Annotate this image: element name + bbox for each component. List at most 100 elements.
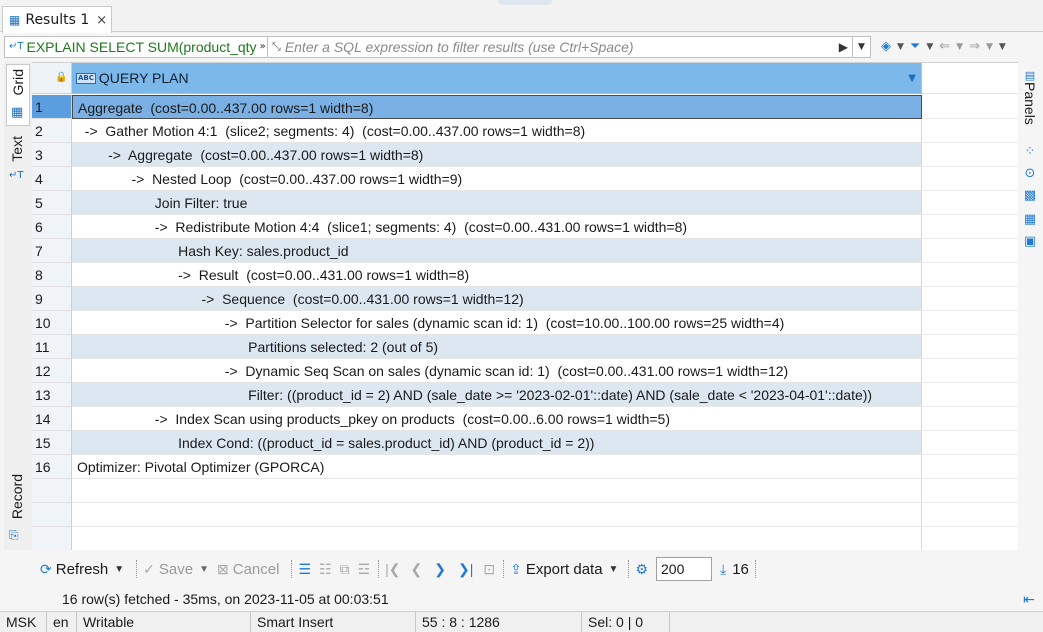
row-number[interactable]: 16 — [32, 455, 72, 479]
table-row[interactable]: 3 -> Aggregate (cost=0.00..437.00 rows=1… — [32, 143, 1018, 167]
table-row[interactable]: 14 -> Index Scan using products_pkey on … — [32, 407, 1018, 431]
last-page-icon[interactable]: ❯| — [458, 561, 473, 578]
row-number[interactable]: 14 — [32, 407, 72, 431]
filter-dropdown-icon[interactable]: ▼ — [926, 42, 933, 52]
tab-grid[interactable]: Grid ▦ — [6, 64, 30, 126]
query-plan-cell[interactable]: -> Dynamic Seq Scan on sales (dynamic sc… — [72, 359, 922, 383]
panels-label[interactable]: Panels — [1022, 82, 1038, 125]
query-text-box[interactable]: ↵T EXPLAIN SELECT SUM(product_qty » — [4, 35, 268, 58]
export-dropdown-icon[interactable]: ▼ — [609, 564, 619, 575]
row-number[interactable]: 11 — [32, 335, 72, 359]
next-page-icon[interactable]: ❯ — [434, 561, 446, 578]
add-row-icon[interactable]: ☷ — [319, 561, 332, 578]
row-number[interactable]: 3 — [32, 143, 72, 167]
query-plan-cell[interactable]: -> Index Scan using products_pkey on pro… — [72, 407, 922, 431]
results-tab[interactable]: ▦ Results 1 × — [2, 6, 112, 33]
query-plan-cell[interactable]: -> Aggregate (cost=0.00..437.00 rows=1 w… — [72, 143, 922, 167]
row-number[interactable]: 7 — [32, 239, 72, 263]
table-row[interactable]: 5 Join Filter: true — [32, 191, 1018, 215]
table-row[interactable]: 6 -> Redistribute Motion 4:4 (slice1; se… — [32, 215, 1018, 239]
save-button[interactable]: ✓ Save — [143, 561, 193, 578]
refresh-dropdown-icon[interactable]: ▼ — [114, 564, 124, 575]
row-number[interactable]: 1 — [32, 95, 72, 119]
fetch-size-input[interactable]: 200 — [656, 557, 713, 581]
query-plan-cell[interactable]: Join Filter: true — [72, 191, 922, 215]
query-plan-cell[interactable]: -> Redistribute Motion 4:4 (slice1; segm… — [72, 215, 922, 239]
close-icon[interactable]: × — [96, 13, 107, 28]
save-dropdown-icon[interactable]: ▼ — [199, 564, 209, 575]
table-row[interactable]: 1 Aggregate (cost=0.00..437.00 rows=1 wid… — [32, 95, 1018, 119]
row-number[interactable]: 12 — [32, 359, 72, 383]
query-plan-cell[interactable]: Aggregate (cost=0.00..437.00 rows=1 widt… — [72, 95, 922, 119]
query-plan-cell[interactable]: Optimizer: Pivotal Optimizer (GPORCA) — [72, 455, 922, 479]
row-number[interactable]: 8 — [32, 263, 72, 287]
row-number[interactable]: 6 — [32, 215, 72, 239]
row-number[interactable]: 9 — [32, 287, 72, 311]
table-row[interactable]: 9 -> Sequence (cost=0.00..431.00 rows=1 … — [32, 287, 1018, 311]
row-number[interactable]: 4 — [32, 167, 72, 191]
row-number-header[interactable]: 🔒 — [32, 63, 72, 94]
row-count-icon[interactable]: ⤓ — [720, 561, 726, 578]
delete-row-icon[interactable]: ☲ — [358, 561, 371, 578]
query-plan-cell[interactable]: Hash Key: sales.product_id — [72, 239, 922, 263]
tab-text[interactable]: Text ↵T — [6, 134, 30, 186]
forward-arrow-icon[interactable]: ⇒ — [969, 39, 980, 54]
cancel-button[interactable]: ⊠ Cancel — [217, 561, 279, 578]
settings-gear-icon[interactable]: ⚙ — [635, 561, 648, 578]
refresh-button[interactable]: ⟳ Refresh — [40, 561, 108, 578]
row-number[interactable]: 2 — [32, 119, 72, 143]
back-dropdown-icon[interactable]: ▼ — [956, 42, 963, 52]
table-row[interactable]: 10 -> Partition Selector for sales (dyna… — [32, 311, 1018, 335]
filter-history-dropdown[interactable]: ▼ — [852, 36, 870, 57]
row-number[interactable]: 5 — [32, 191, 72, 215]
restore-panel-icon[interactable]: ⇤ — [1023, 592, 1035, 608]
fetch-all-icon[interactable]: ⊡ — [483, 561, 495, 578]
query-plan-cell[interactable]: Index Cond: ((product_id = sales.product… — [72, 431, 922, 455]
panel-collapse-handle[interactable] — [498, 0, 552, 5]
query-plan-cell[interactable]: Partitions selected: 2 (out of 5) — [72, 335, 922, 359]
eraser-dropdown-icon[interactable]: ▼ — [897, 42, 904, 52]
query-plan-cell[interactable]: -> Nested Loop (cost=0.00..437.00 rows=1… — [72, 167, 922, 191]
table-row[interactable]: 2 -> Gather Motion 4:1 (slice2; segments… — [32, 119, 1018, 143]
calc-icon[interactable]: ▩ — [1022, 188, 1038, 204]
metadata-icon[interactable]: ▦ — [1022, 212, 1038, 228]
query-plan-cell[interactable]: -> Gather Motion 4:1 (slice2; segments: … — [72, 119, 922, 143]
table-row[interactable]: 7 Hash Key: sales.product_id — [32, 239, 1018, 263]
column-header-query-plan[interactable]: ABC QUERY PLAN ▼ — [72, 63, 922, 94]
table-row[interactable]: 12 -> Dynamic Seq Scan on sales (dynamic… — [32, 359, 1018, 383]
empty-row — [32, 527, 1018, 550]
filter-icon[interactable]: ⏷ — [910, 39, 920, 54]
prev-page-icon[interactable]: ❮ — [411, 561, 423, 578]
eraser-icon[interactable]: ◈ — [881, 39, 891, 54]
edit-row-icon[interactable]: ☰ — [298, 561, 311, 578]
results-tab-label: Results 1 — [25, 12, 90, 28]
copy-row-icon[interactable]: ⧉ — [340, 561, 350, 578]
table-row[interactable]: 4 -> Nested Loop (cost=0.00..437.00 rows… — [32, 167, 1018, 191]
expand-icon[interactable]: ⤡ — [272, 40, 281, 54]
table-row[interactable]: 11 Partitions selected: 2 (out of 5) — [32, 335, 1018, 359]
row-number[interactable]: 15 — [32, 431, 72, 455]
table-row[interactable]: 8 -> Result (cost=0.00..431.00 rows=1 wi… — [32, 263, 1018, 287]
sort-dropdown-icon[interactable]: ▼ — [908, 73, 916, 84]
query-plan-cell[interactable]: Filter: ((product_id = 2) AND (sale_date… — [72, 383, 922, 407]
forward-dropdown-icon[interactable]: ▼ — [986, 42, 993, 52]
row-number[interactable]: 13 — [32, 383, 72, 407]
table-row[interactable]: 15 Index Cond: ((product_id = sales.prod… — [32, 431, 1018, 455]
export-data-button[interactable]: ⇪ Export data — [510, 561, 602, 578]
table-row[interactable]: 13 Filter: ((product_id = 2) AND (sale_d… — [32, 383, 1018, 407]
filter-expression-input[interactable]: ⤡ Enter a SQL expression to filter resul… — [268, 35, 871, 58]
panel-layout-icon[interactable]: ▣ — [1022, 234, 1038, 250]
query-plan-cell[interactable]: -> Result (cost=0.00..431.00 rows=1 widt… — [72, 263, 922, 287]
query-plan-cell[interactable]: -> Partition Selector for sales (dynamic… — [72, 311, 922, 335]
first-page-icon[interactable]: |❮ — [385, 561, 400, 578]
more-menu-icon[interactable]: ▼ — [999, 42, 1006, 52]
row-number[interactable]: 10 — [32, 311, 72, 335]
grouping-icon[interactable]: ⁘ — [1022, 144, 1038, 160]
back-arrow-icon[interactable]: ⇐ — [939, 39, 950, 54]
query-plan-cell[interactable]: -> Sequence (cost=0.00..431.00 rows=1 wi… — [72, 287, 922, 311]
table-row[interactable]: 16 Optimizer: Pivotal Optimizer (GPORCA) — [32, 455, 1018, 479]
apply-filter-icon[interactable]: ▶ — [839, 40, 848, 54]
row-filler — [922, 527, 1018, 550]
value-viewer-icon[interactable]: ⊙ — [1022, 166, 1038, 182]
tab-record[interactable]: Record ⎘ — [6, 472, 30, 548]
